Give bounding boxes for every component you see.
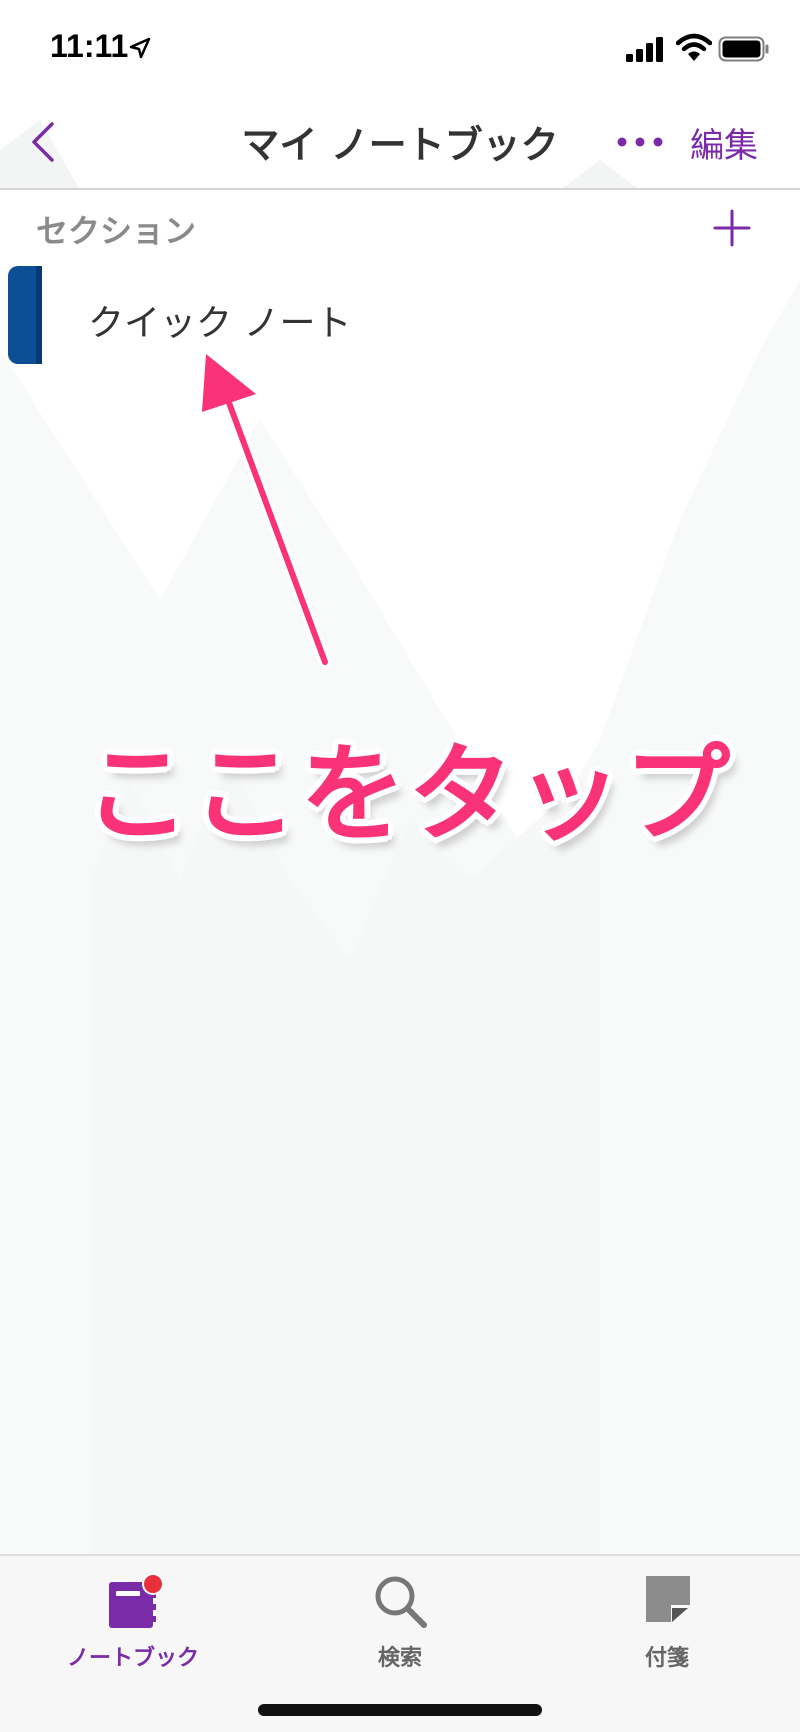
battery-icon <box>718 36 769 62</box>
tab-search[interactable]: 検索 <box>267 1556 533 1676</box>
page-title: マイ ノートブック <box>241 123 559 167</box>
edit-button[interactable]: 編集 <box>690 118 758 167</box>
tab-label: 付箋 <box>644 1646 689 1671</box>
tab-label: 検索 <box>377 1646 422 1671</box>
more-horizontal-icon <box>617 137 663 147</box>
section-item-label: クイック ノート <box>88 303 352 344</box>
section-color-tab <box>8 266 42 364</box>
sections-header: セクション <box>36 212 197 250</box>
wifi-icon <box>676 33 712 61</box>
cellular-signal-icon <box>626 37 663 62</box>
annotation-arrow-icon <box>196 350 331 668</box>
search-icon <box>375 1576 427 1628</box>
home-indicator[interactable] <box>258 1704 542 1716</box>
location-arrow-icon <box>129 37 151 59</box>
add-section-button[interactable] <box>712 208 752 248</box>
screen: 11:11 マイ ノートブック 編集 セクション クイック ノート ここをタップ… <box>0 0 800 1732</box>
nav-divider <box>0 188 800 190</box>
notebook-icon <box>109 1573 163 1628</box>
status-time: 11:11 <box>50 28 129 64</box>
plus-icon <box>713 209 751 247</box>
navigation-bar: マイ ノートブック 編集 <box>0 100 800 188</box>
status-bar: 11:11 <box>0 0 800 100</box>
tab-label: ノートブック <box>66 1646 199 1671</box>
background-mountains <box>0 0 800 1732</box>
annotation-tap-here-text: ここをタップ <box>84 733 732 856</box>
more-options-button[interactable] <box>612 120 668 164</box>
section-item-quick-notes[interactable]: クイック ノート <box>0 262 800 366</box>
tab-notebooks[interactable]: ノートブック <box>0 1556 266 1676</box>
tab-sticky-notes[interactable]: 付箋 <box>534 1556 800 1676</box>
sticky-note-icon <box>646 1576 690 1622</box>
